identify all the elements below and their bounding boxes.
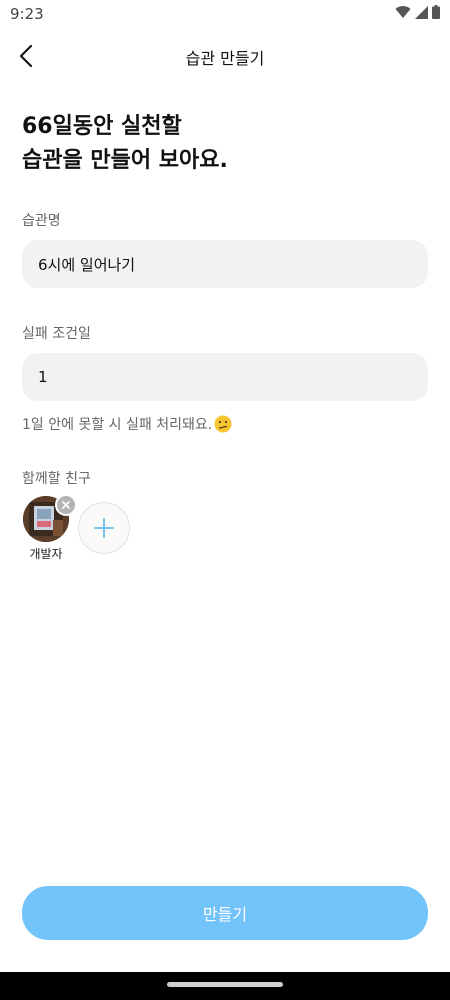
headline-line-2: 습관을 만들어 보아요. xyxy=(22,148,228,173)
add-friend-button[interactable] xyxy=(78,502,130,554)
page-title: 습관 만들기 xyxy=(185,49,265,68)
helper-row: 1일 안에 못할 시 실패 처리돼요. xyxy=(22,414,232,434)
friends-list: 개발자 xyxy=(22,494,130,562)
signal-icon xyxy=(415,5,428,19)
headline-line-1: 66일동안 실천할 xyxy=(22,114,182,139)
status-time: 9:23 xyxy=(10,5,44,23)
headline: 66일동안 실천할 습관을 만들어 보아요. xyxy=(22,110,228,178)
close-icon xyxy=(62,501,70,509)
status-icons xyxy=(395,5,440,19)
habit-name-input[interactable] xyxy=(22,240,428,288)
remove-friend-button[interactable] xyxy=(55,494,77,516)
friend-item: 개발자 xyxy=(22,494,77,562)
app-header: 습관 만들기 xyxy=(0,32,450,80)
friend-name: 개발자 xyxy=(29,547,63,561)
battery-icon xyxy=(432,5,440,19)
home-indicator[interactable] xyxy=(167,982,283,987)
create-button[interactable]: 만들기 xyxy=(22,886,428,940)
helper-text: 1일 안에 못할 시 실패 처리돼요. xyxy=(22,417,213,433)
system-nav-bar xyxy=(0,972,450,1000)
status-bar: 9:23 xyxy=(0,0,450,28)
habit-name-label: 습관명 xyxy=(22,213,61,229)
plus-icon xyxy=(94,518,114,538)
wifi-icon xyxy=(395,6,411,19)
confused-face-icon xyxy=(214,415,232,433)
fail-condition-label: 실패 조건일 xyxy=(22,326,91,342)
fail-condition-input[interactable] xyxy=(22,353,428,401)
friends-label: 함께할 친구 xyxy=(22,471,91,487)
